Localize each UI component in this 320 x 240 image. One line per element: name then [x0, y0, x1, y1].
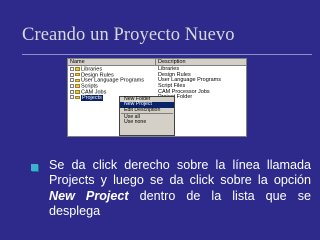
title-underline: [22, 54, 312, 55]
bullet-text-emphasis: New Project: [49, 188, 129, 203]
folder-icon: [75, 84, 80, 88]
expand-icon: [70, 72, 74, 77]
folder-icon: [75, 78, 80, 83]
slide-title: Creando un Proyecto Nuevo: [22, 25, 235, 45]
bullet-square-icon: [31, 164, 38, 171]
column-header-name: Name: [68, 59, 156, 66]
menu-item-edit-description: Edit Description: [124, 106, 161, 113]
eagle-control-panel-screenshot: Name Description Libraries Design Rules …: [67, 58, 247, 137]
folder-icon: [75, 95, 80, 100]
expand-icon: [70, 95, 74, 100]
expand-icon: [70, 67, 74, 71]
folder-icon: [75, 90, 80, 94]
column-header-description: Description: [156, 59, 246, 66]
bullet-text: Se da click derecho sobre la línea llama…: [49, 158, 311, 220]
context-menu: New Folder New Project Edit Description …: [119, 96, 175, 136]
menu-item-use-none: Use none: [124, 119, 147, 126]
expand-icon: [70, 89, 74, 94]
folder-icon: [75, 72, 80, 77]
expand-icon: [70, 84, 74, 89]
expand-icon: [70, 78, 74, 83]
folder-icon: [75, 67, 80, 71]
tree-item-label: Projects: [81, 94, 103, 101]
bullet-text-start: Se da click derecho sobre la línea llama…: [49, 158, 311, 188]
